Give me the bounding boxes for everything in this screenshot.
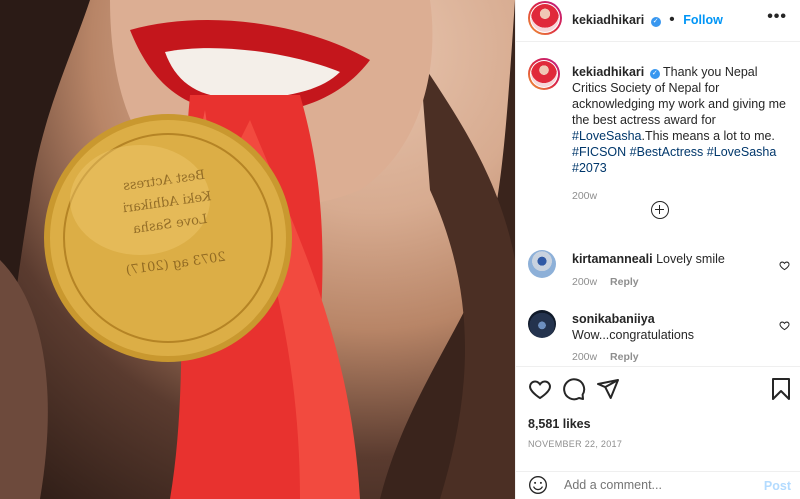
hashtag-link[interactable]: #2073 [572,161,607,175]
comment-avatar[interactable] [528,250,556,278]
comment-time[interactable]: 200w [572,351,597,363]
comment-like-heart-icon[interactable] [779,260,790,271]
follow-button[interactable]: Follow [683,13,723,27]
emoji-icon[interactable] [528,475,548,495]
comment-icon[interactable] [562,377,586,401]
caption-text: Thank you Nepal Critics Society of Nepal… [572,65,786,175]
header-dot-separator: • [669,11,675,28]
hashtag-link[interactable]: #LoveSasha [707,145,777,159]
comment-username[interactable]: kirtamanneali [572,252,653,266]
caption-username[interactable]: kekiadhikari [572,65,644,79]
add-comment-bar: Post [516,471,800,499]
bookmark-icon[interactable] [769,377,793,401]
hashtag-link[interactable]: #LoveSasha [572,129,642,143]
caption-timestamp[interactable]: 200w [572,188,792,204]
header-avatar[interactable] [530,3,560,33]
post-caption: kekiadhikari ✓ Thank you Nepal Critics S… [572,64,792,204]
likes-count[interactable]: 8,581 likes [528,417,591,431]
add-comment-input[interactable] [564,478,744,492]
share-icon[interactable] [596,377,620,401]
caption-verified-icon: ✓ [649,69,660,79]
caption-text-segment: .This means a lot to me. [641,129,775,143]
caption-avatar-ring[interactable] [528,58,560,90]
add-comment-plus-icon[interactable] [651,201,669,219]
post-comment-button[interactable]: Post [764,479,791,493]
instagram-post-view: Best Actress Keki Adhikari Love Sasha 20… [0,0,800,499]
more-options-icon[interactable]: ••• [767,8,787,26]
comment-username[interactable]: sonikabaniiya [572,312,772,326]
post-photo[interactable]: Best Actress Keki Adhikari Love Sasha 20… [0,0,515,499]
post-side-panel: kekiadhikari ✓ • Follow ••• kekiadhikari… [515,0,800,499]
heart-icon[interactable] [528,377,552,401]
comment-avatar[interactable] [528,310,556,338]
hashtag-link[interactable]: #FICSON [572,145,626,159]
post-header: kekiadhikari ✓ • Follow ••• [516,0,800,42]
comment-time[interactable]: 200w [572,276,597,288]
caption-avatar[interactable] [530,60,558,88]
comment-text: Lovely smile [656,252,725,266]
verified-icon: ✓ [650,17,661,27]
header-avatar-ring[interactable] [528,1,562,35]
hashtag-link[interactable]: #BestActress [630,145,704,159]
reply-button[interactable]: Reply [610,276,639,288]
post-date[interactable]: NOVEMBER 22, 2017 [528,439,622,449]
comment-like-heart-icon[interactable] [779,320,790,331]
reply-button[interactable]: Reply [610,351,639,363]
comment-text: Wow...congratulations [572,328,695,342]
header-username[interactable]: kekiadhikari [572,13,644,27]
